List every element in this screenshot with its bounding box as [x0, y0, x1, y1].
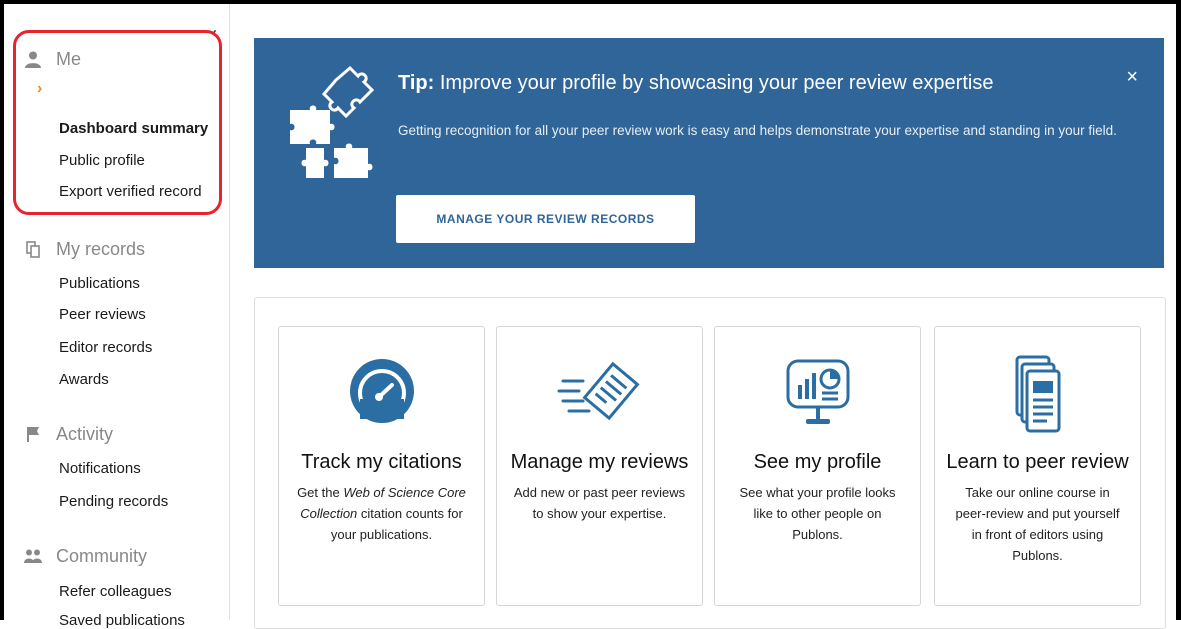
copy-icon	[24, 240, 42, 258]
tip-prefix: Tip:	[398, 72, 435, 94]
sidebar-item-pending-records[interactable]: Pending records	[59, 493, 168, 510]
card-title: Manage my reviews	[510, 451, 689, 473]
sidebar-item-peer-reviews[interactable]: Peer reviews	[59, 306, 146, 323]
people-icon	[24, 547, 42, 565]
sidebar-item-notifications[interactable]: Notifications	[59, 460, 141, 477]
tip-title-text: Improve your profile by showcasing your …	[434, 72, 994, 94]
card-description: Take our online course in peer-review an…	[955, 485, 1120, 563]
card-desc-text: Get the	[297, 485, 344, 500]
speedometer-icon	[279, 355, 484, 427]
sidebar-item-refer-colleagues[interactable]: Refer colleagues	[59, 583, 172, 600]
section-my-records[interactable]: My records	[24, 238, 145, 260]
card-learn-peer-review[interactable]: Learn to peer review Take our online cou…	[934, 326, 1141, 606]
card-see-profile[interactable]: See my profile See what your profile loo…	[714, 326, 921, 606]
documents-stack-icon	[935, 355, 1140, 433]
section-activity-label: Activity	[56, 423, 114, 444]
card-title: Track my citations	[301, 451, 462, 473]
manage-review-records-button[interactable]: MANAGE YOUR REVIEW RECORDS	[396, 195, 695, 243]
sidebar-item-editor-records[interactable]: Editor records	[59, 339, 152, 356]
tip-body: Getting recognition for all your peer re…	[398, 123, 1117, 138]
person-icon	[24, 50, 42, 68]
section-community[interactable]: Community	[24, 545, 147, 567]
chevron-right-icon[interactable]: ›	[37, 80, 42, 98]
section-me-label: Me	[56, 48, 82, 69]
section-activity[interactable]: Activity	[24, 423, 113, 445]
sidebar-item-publications[interactable]: Publications	[59, 275, 140, 292]
sidebar-item-dashboard-summary[interactable]: Dashboard summary	[59, 120, 208, 137]
card-title: Learn to peer review	[946, 451, 1129, 473]
tip-title: Tip: Improve your profile by showcasing …	[398, 72, 993, 95]
card-title: See my profile	[753, 451, 882, 473]
sidebar-item-awards[interactable]: Awards	[59, 371, 109, 388]
monitor-chart-icon	[715, 355, 920, 427]
puzzle-icon	[284, 60, 384, 185]
collapse-sidebar-icon[interactable]: ‹	[212, 24, 217, 41]
section-me[interactable]: Me	[24, 48, 81, 70]
card-track-citations[interactable]: Track my citations Get the Web of Scienc…	[278, 326, 485, 606]
card-description: See what your profile looks like to othe…	[739, 485, 896, 542]
sidebar-item-export-verified-record[interactable]: Export verified record	[59, 183, 202, 200]
sidebar-item-public-profile[interactable]: Public profile	[59, 152, 145, 169]
card-description: Add new or past peer reviews to show you…	[513, 485, 686, 521]
tip-banner: Tip: Improve your profile by showcasing …	[254, 38, 1164, 268]
document-speed-icon	[497, 355, 702, 427]
section-community-label: Community	[56, 545, 148, 566]
card-description: Get the Web of Science Core Collection c…	[293, 482, 470, 545]
frame-right	[1176, 0, 1181, 620]
flag-icon	[24, 425, 42, 443]
sidebar-item-saved-publications[interactable]: Saved publications	[59, 612, 185, 629]
cards-panel: Track my citations Get the Web of Scienc…	[254, 297, 1166, 629]
sidebar: ‹ Me › Dashboard summary Public profile …	[4, 4, 230, 629]
close-icon[interactable]: ×	[1126, 66, 1138, 89]
card-manage-reviews[interactable]: Manage my reviews Add new or past peer r…	[496, 326, 703, 606]
section-my-records-label: My records	[56, 238, 146, 259]
